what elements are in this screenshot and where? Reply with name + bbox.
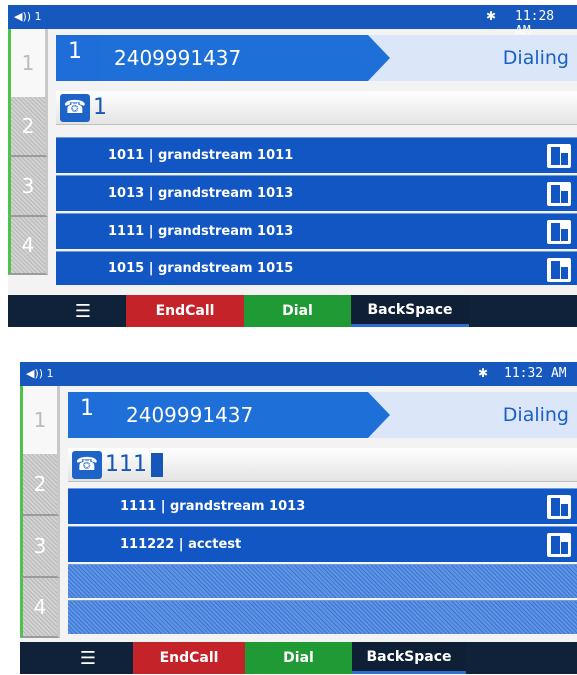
dial-input[interactable]: ☎ 1 [56,91,577,125]
status-time: 11:32 AM [504,366,567,381]
line-key-2[interactable]: 2 [8,97,48,157]
call-number: 2409991437 [100,35,390,81]
call-number: 2409991437 [112,392,390,438]
backspace-softkey[interactable]: BackSpace [352,642,466,674]
bluetooth-icon: ✱ [486,9,497,23]
line-key-1[interactable]: 1 [20,386,60,454]
building-icon [547,533,571,557]
line-keys: 1 2 3 4 [20,386,64,638]
active-call-bar[interactable]: 1 2409991437 Dialing [68,392,577,438]
active-call-bar[interactable]: 1 2409991437 Dialing [56,35,577,81]
line-key-4[interactable]: 4 [20,578,60,638]
phone-icon: ☎ [60,93,90,122]
bluetooth-icon: ✱ [478,366,489,380]
status-line-number: 1 [46,367,54,380]
result-item-empty-2 [68,600,577,634]
status-bar: ◀)) 1 ✱ 11:28 AM [8,5,577,39]
line-key-3[interactable]: 3 [20,516,60,578]
result-item-empty-1 [68,564,577,598]
dial-softkey[interactable]: Dial [245,642,352,674]
softkey-bar-2: ☰ EndCall Dial BackSpace [20,642,577,674]
menu-button[interactable]: ☰ [68,642,108,674]
line-key-2[interactable]: 2 [20,454,60,516]
endcall-softkey[interactable]: EndCall [126,295,244,327]
building-icon [547,182,571,206]
result-item-3[interactable]: 1111 | grandstream 1013 [56,213,577,249]
menu-icon: ☰ [74,300,92,322]
call-state: Dialing [502,404,569,426]
phone-screen-1: ◀)) 1 ✱ 11:28 AM 1 2 3 4 1 2409991437 Di… [8,5,577,307]
result-item-4[interactable]: 1015 | grandstream 1015 [56,251,577,285]
menu-icon: ☰ [79,647,97,669]
call-state: Dialing [502,47,569,69]
dial-softkey[interactable]: Dial [244,295,351,327]
text-cursor [151,452,163,477]
result-item-1[interactable]: 1111 | grandstream 1013 [68,488,577,524]
speaker-icon: ◀)) 1 [26,367,54,380]
building-icon [547,220,571,244]
status-line-number: 1 [34,10,42,23]
call-line-number: 1 [68,392,112,438]
phone-screen-2: ◀)) 1 ✱ 11:32 AM 1 2 3 4 1 2409991437 Di… [20,362,577,670]
line-key-3[interactable]: 3 [8,157,48,217]
dial-input[interactable]: ☎ 111 [68,448,577,482]
backspace-softkey[interactable]: BackSpace [351,295,469,327]
status-bar: ◀)) 1 ✱ 11:32 AM [20,362,577,386]
call-line-number: 1 [56,35,100,81]
dial-input-value: 111 [105,452,147,477]
phone-icon: ☎ [72,450,102,479]
result-item-2[interactable]: 111222 | acctest [68,526,577,562]
result-item-1[interactable]: 1011 | grandstream 1011 [56,137,577,173]
speaker-icon: ◀)) 1 [14,10,42,23]
dial-input-value: 1 [93,95,107,120]
softkey-bar-1: ☰ EndCall Dial BackSpace [8,295,577,327]
building-icon [547,144,571,168]
menu-button[interactable]: ☰ [63,295,103,327]
line-key-4[interactable]: 4 [8,217,48,275]
building-icon [547,258,571,282]
endcall-softkey[interactable]: EndCall [133,642,245,674]
result-item-2[interactable]: 1013 | grandstream 1013 [56,175,577,211]
line-keys: 1 2 3 4 [8,29,52,275]
building-icon [547,495,571,519]
line-key-1[interactable]: 1 [8,29,48,97]
